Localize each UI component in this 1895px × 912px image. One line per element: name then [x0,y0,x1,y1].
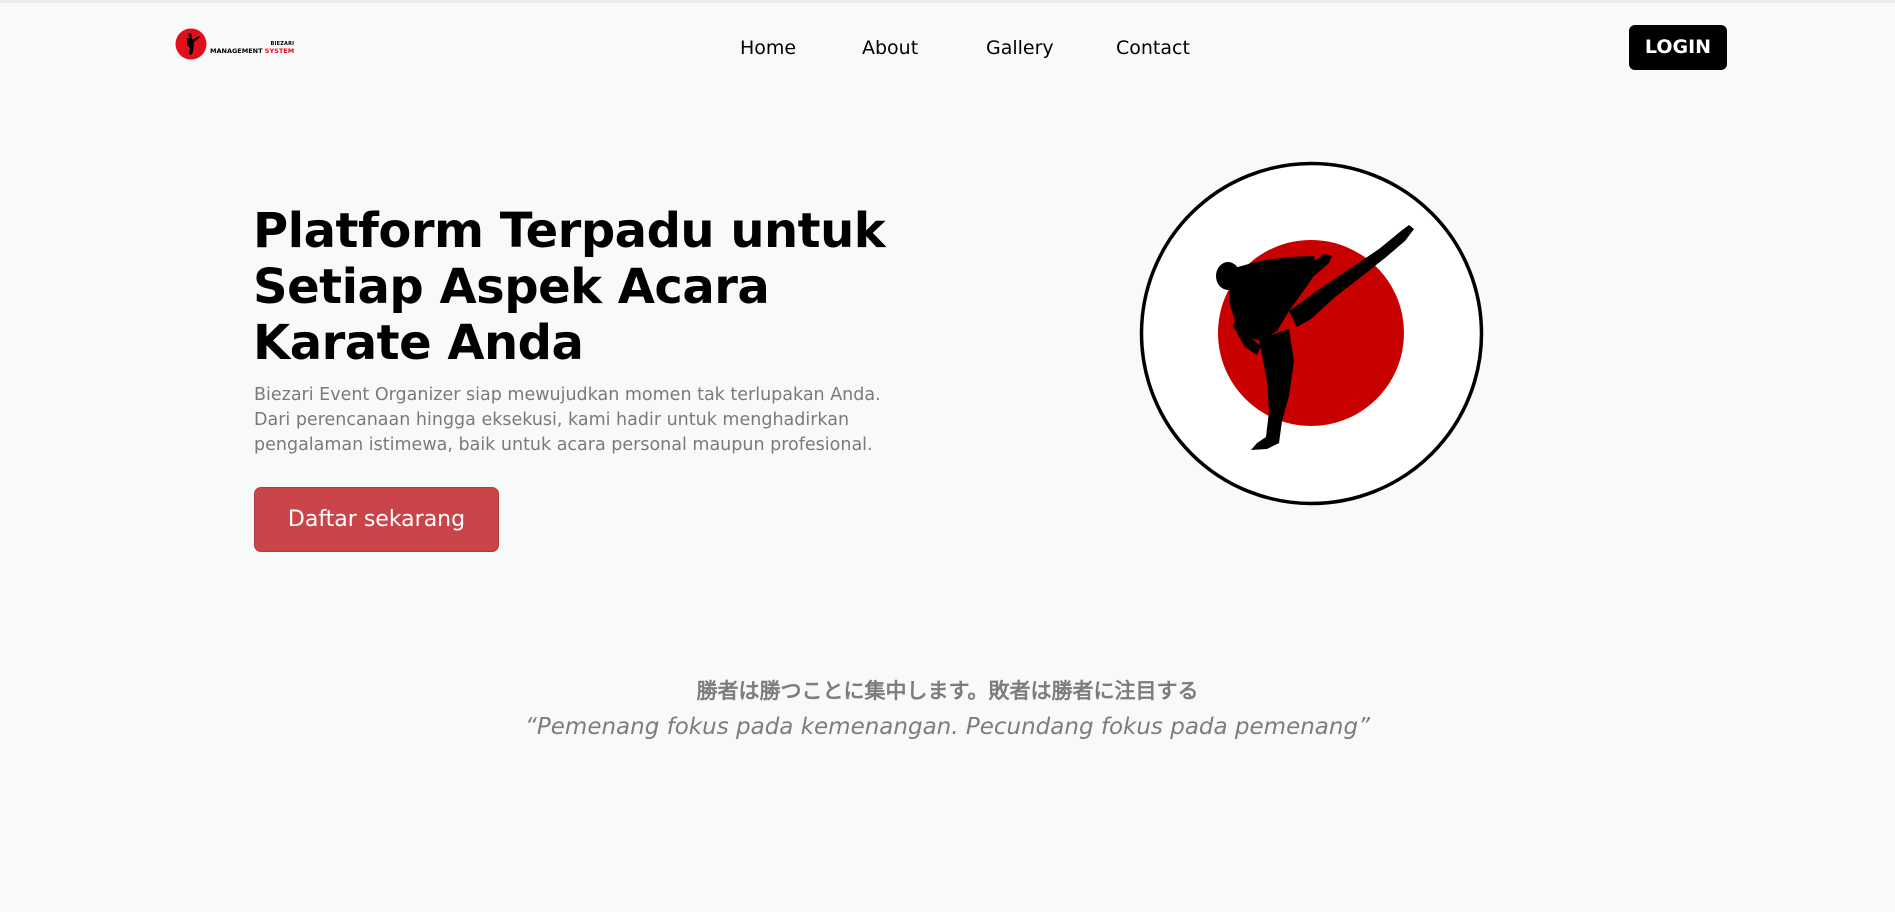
nav-home[interactable]: Home [740,36,862,60]
hero-description: Biezari Event Organizer siap mewujudkan … [254,385,881,455]
site-header: BIEZARI MANAGEMENT SYSTEM Home About Gal… [0,0,1895,96]
hero-title: Platform Terpadu untuk Setiap Aspek Acar… [253,203,886,371]
logo-sub-accent: SYSTEM [264,46,295,55]
nav-contact[interactable]: Contact [1116,36,1196,60]
nav-gallery[interactable]: Gallery [986,36,1116,60]
register-button[interactable]: Daftar sekarang [254,487,499,552]
karate-kick-icon [1139,161,1484,506]
logo-sub-main: MANAGEMENT [210,46,263,55]
nav-about[interactable]: About [862,36,986,60]
quote-japanese: 勝者は勝つことに集中します。敗者は勝者に注目する [696,679,1199,703]
site-logo[interactable]: BIEZARI MANAGEMENT SYSTEM [175,26,301,62]
logo-text: BIEZARI MANAGEMENT SYSTEM [210,41,294,55]
main-nav: Home About Gallery Contact [740,36,1196,60]
karate-logo-icon [175,28,207,60]
quote-translation: “Pemenang fokus pada kemenangan. Pecunda… [524,714,1370,740]
logo-subtitle: MANAGEMENT SYSTEM [210,48,294,55]
login-button[interactable]: LOGIN [1629,25,1727,70]
